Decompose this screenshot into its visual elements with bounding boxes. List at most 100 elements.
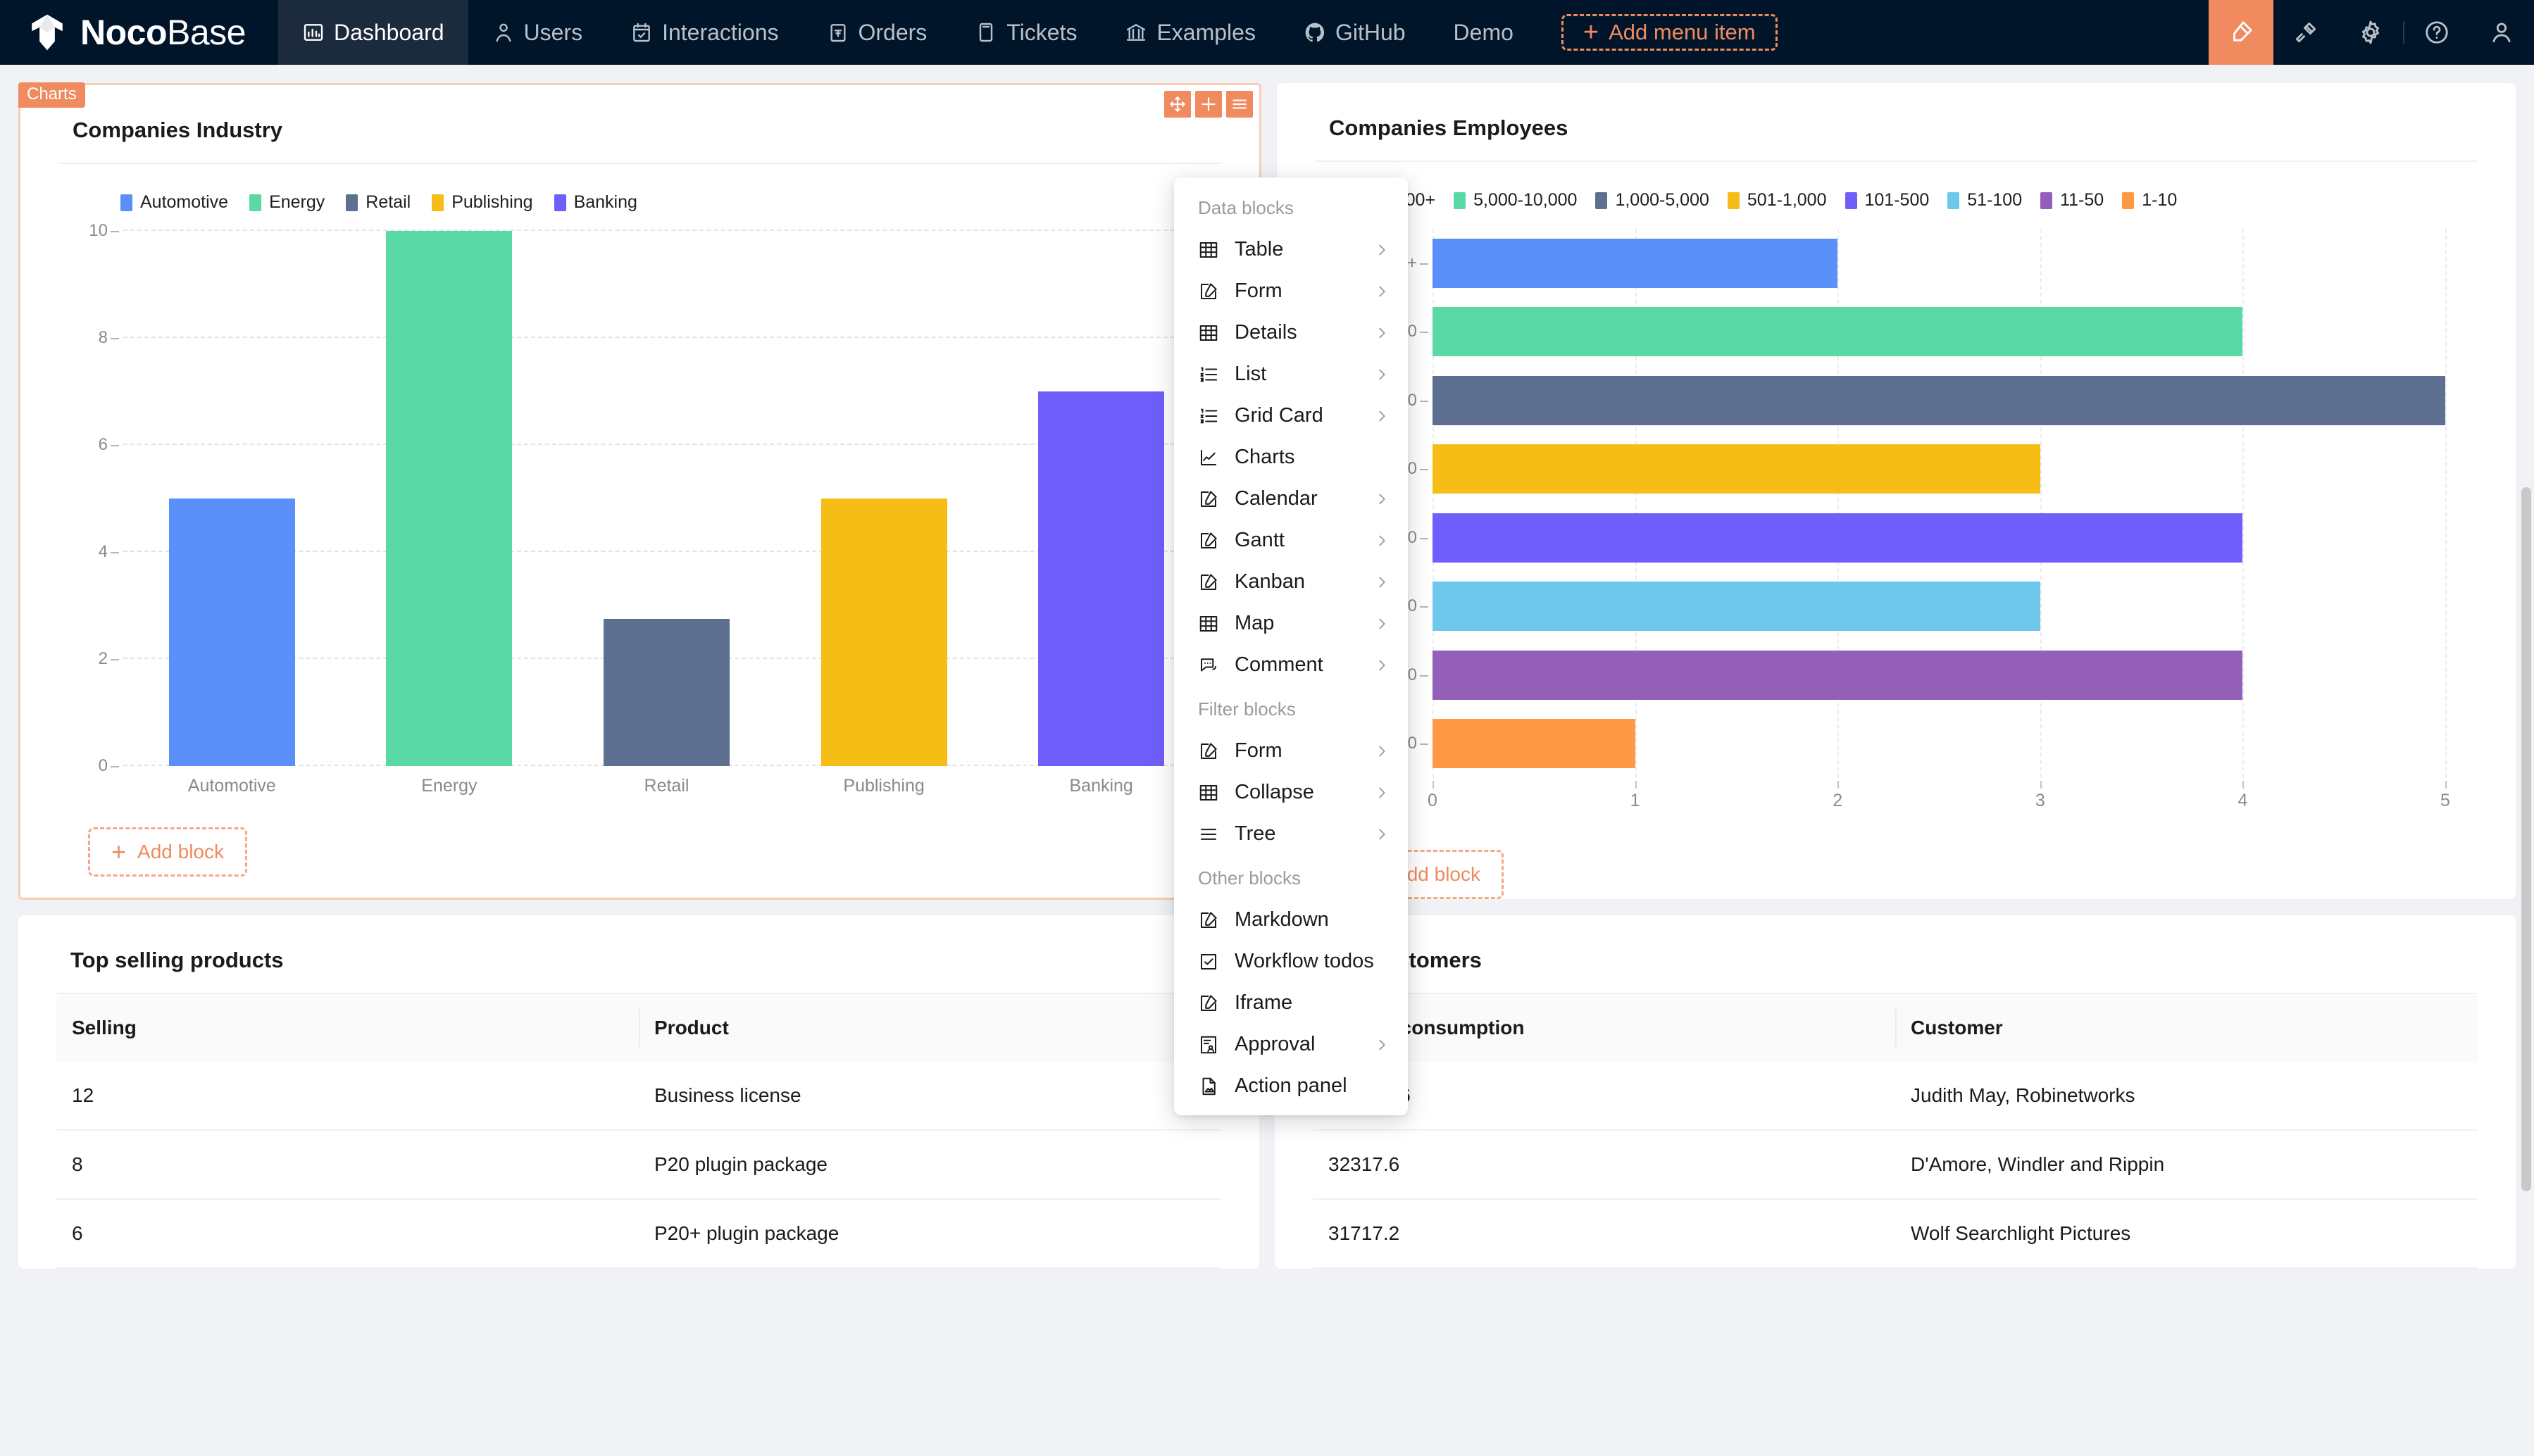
bar[interactable] <box>1433 238 1838 288</box>
legend-item[interactable]: Energy <box>249 192 325 213</box>
brand-logo[interactable]: NocoBase <box>0 0 278 65</box>
bar[interactable] <box>1433 444 2040 494</box>
menu-item-workflow-todos[interactable]: Workflow todos <box>1174 941 1408 982</box>
menu-item-charts[interactable]: Charts <box>1174 437 1408 478</box>
plus-icon: + <box>111 837 127 866</box>
bar[interactable] <box>1433 650 2243 700</box>
ui-editor-toggle-button[interactable] <box>2209 0 2273 65</box>
nav-item-orders[interactable]: Orders <box>803 0 951 65</box>
nav-right-actions <box>2209 0 2534 65</box>
chevron-right-icon <box>1379 787 1385 798</box>
table-column-header[interactable]: Customer <box>1895 994 2478 1062</box>
add-block-dropdown-menu[interactable]: Data blocks Table Form Details List Grid Card… <box>1174 177 1408 1115</box>
bar[interactable] <box>1433 307 2243 357</box>
legend-item[interactable]: Automotive <box>120 192 228 213</box>
charts-card-toolbar <box>1164 91 1253 118</box>
table-row[interactable]: 36717.16Judith May, Robinetworks <box>1313 1062 2478 1131</box>
add-block-toolbar-button[interactable] <box>1195 91 1222 118</box>
menu-item-comment[interactable]: Comment <box>1174 644 1408 686</box>
legend-item[interactable]: 501-1,000 <box>1727 190 1827 211</box>
order-icon <box>830 24 846 42</box>
menu-item-gantt[interactable]: Gantt <box>1174 520 1408 561</box>
menu-item-collapse[interactable]: Collapse <box>1174 772 1408 813</box>
ordered-list-icon <box>1200 408 1218 423</box>
table-column-header[interactable]: Selling <box>56 994 639 1062</box>
table-row[interactable]: 8 P20 plugin package <box>56 1130 1221 1200</box>
menu-item-table[interactable]: Table <box>1174 229 1408 270</box>
menu-item-details[interactable]: Details <box>1174 312 1408 353</box>
menu-item-iframe[interactable]: Iframe <box>1174 982 1408 1024</box>
chevron-right-icon <box>1379 244 1385 255</box>
table-column-header[interactable]: Product <box>639 994 1221 1062</box>
table-cell: Judith May, Robinetworks <box>1895 1062 2478 1131</box>
menu-item-approval[interactable]: Approval <box>1174 1024 1408 1065</box>
drag-move-button[interactable] <box>1164 91 1191 118</box>
menu-item-label: Grid Card <box>1235 404 1323 427</box>
menu-group-label: Filter blocks <box>1198 698 1296 720</box>
menu-item-kanban[interactable]: Kanban <box>1174 561 1408 603</box>
nav-item-tickets[interactable]: Tickets <box>951 0 1101 65</box>
ordered-list-icon <box>1200 367 1218 382</box>
legend-item[interactable]: 5,000-10,000 <box>1454 190 1577 211</box>
table-row[interactable]: 12 Business license <box>56 1062 1221 1131</box>
table-row[interactable]: 32317.6 D'Amore, Windler and Rippin <box>1313 1130 2478 1200</box>
data-table[interactable]: Selling Product 12 Business license 8 P20 plu… <box>56 994 1221 1269</box>
bar[interactable] <box>1433 375 2445 425</box>
nav-item-label: Examples <box>1156 19 1256 45</box>
menu-item-label: List <box>1235 363 1267 385</box>
legend-item[interactable]: 51-100 <box>1947 190 2022 211</box>
legend-label: Retail <box>366 192 411 212</box>
legend-label: Publishing <box>451 192 533 212</box>
nav-item-dashboard[interactable]: Dashboard <box>277 0 468 65</box>
table-row[interactable]: 6 P20+ plugin package <box>56 1199 1221 1269</box>
y-axis-tick-label: 8 <box>99 328 123 348</box>
block-menu-button[interactable] <box>1226 91 1253 118</box>
nav-item-interactions[interactable]: Interactions <box>606 0 802 65</box>
page-scrollbar[interactable] <box>2521 487 2531 1191</box>
legend-swatch-icon <box>346 194 358 211</box>
menu-item-calendar[interactable]: Calendar <box>1174 478 1408 520</box>
bar[interactable] <box>168 498 295 766</box>
menu-item-markdown[interactable]: Markdown <box>1174 899 1408 941</box>
menu-item-list[interactable]: List <box>1174 353 1408 395</box>
legend-item[interactable]: 1,000-5,000 <box>1595 190 1709 211</box>
table-row[interactable]: 31717.2 Wolf Searchlight Pictures <box>1313 1199 2478 1269</box>
legend-item[interactable]: Banking <box>554 192 637 213</box>
nav-item-users[interactable]: Users <box>468 0 607 65</box>
bar[interactable] <box>603 619 730 766</box>
plugin-manager-button[interactable] <box>2273 0 2338 65</box>
chart-legend: 10,000+5,000-10,0001,000-5,000501-1,0001… <box>1309 190 2488 211</box>
add-menu-item-button[interactable]: + Add menu item <box>1561 14 1778 51</box>
menu-item-map[interactable]: Map <box>1174 603 1408 644</box>
bar-slot: 1,000-5,000 <box>1327 366 2445 435</box>
data-table[interactable]: Sum of consumptionCustomer36717.16Judith… <box>1313 994 2478 1269</box>
chevron-right-icon <box>1379 410 1385 421</box>
tree-lines-icon <box>1201 828 1216 840</box>
table-icon <box>1199 784 1218 801</box>
bar[interactable] <box>820 498 947 766</box>
legend-item[interactable]: 101-500 <box>1845 190 1929 211</box>
legend-item[interactable]: Publishing <box>432 192 533 213</box>
menu-item-grid-card[interactable]: Grid Card <box>1174 395 1408 437</box>
legend-item[interactable]: 1-10 <box>2122 190 2177 211</box>
menu-item-form[interactable]: Form <box>1174 270 1408 312</box>
bar[interactable] <box>1433 719 1635 769</box>
settings-button[interactable] <box>2338 0 2403 65</box>
legend-item[interactable]: 11-50 <box>2040 190 2104 211</box>
menu-item-action-panel[interactable]: Action panel <box>1174 1065 1408 1107</box>
bar[interactable] <box>1038 391 1165 766</box>
bar[interactable] <box>1433 582 2040 632</box>
bar[interactable] <box>1433 513 2243 563</box>
bar[interactable] <box>386 231 513 766</box>
legend-item[interactable]: Retail <box>346 192 411 213</box>
table-card-top-selling-products: Top selling products Selling Product 12 Bus… <box>18 915 1259 1269</box>
add-block-button-left[interactable]: + Add block <box>88 827 247 877</box>
table-cell: 12 <box>56 1062 639 1131</box>
user-avatar-button[interactable] <box>2469 0 2534 65</box>
help-button[interactable] <box>2404 0 2469 65</box>
nav-item-demo[interactable]: Demo <box>1430 0 1537 65</box>
nav-item-github[interactable]: GitHub <box>1280 0 1430 65</box>
menu-item-form[interactable]: Form <box>1174 730 1408 772</box>
menu-item-tree[interactable]: Tree <box>1174 813 1408 855</box>
nav-item-examples[interactable]: Examples <box>1101 0 1280 65</box>
